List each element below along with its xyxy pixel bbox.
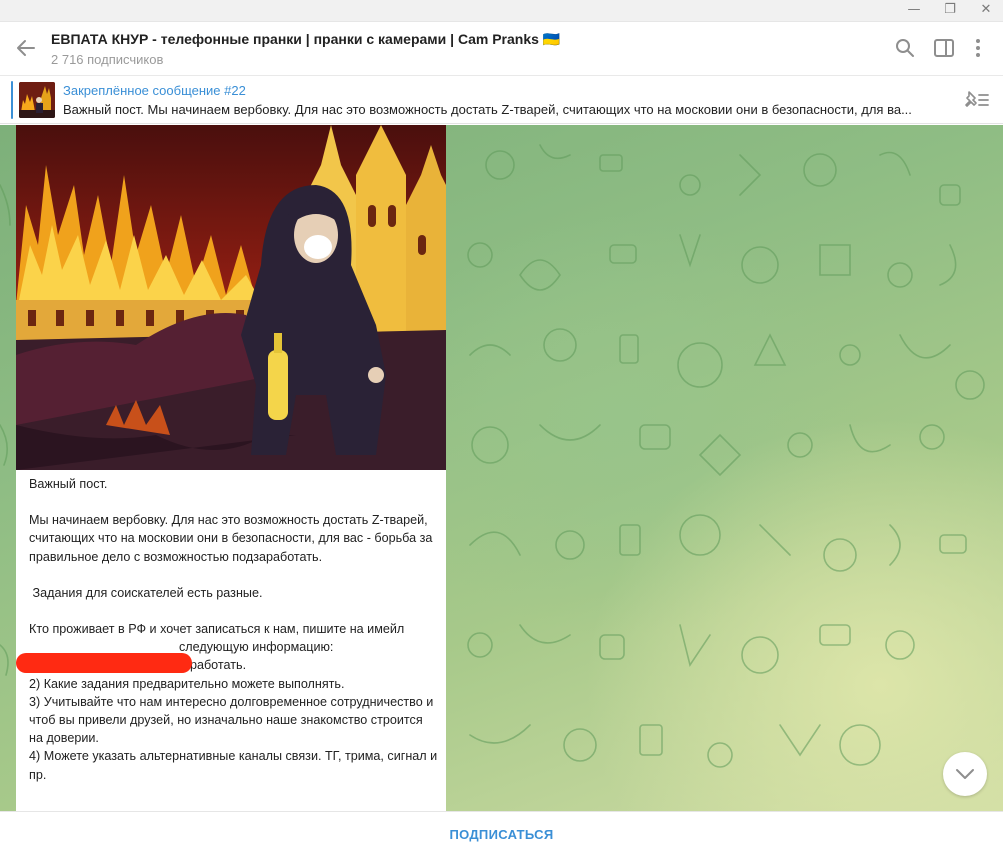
- scroll-down-button[interactable]: [943, 752, 987, 796]
- more-vertical-icon[interactable]: [966, 36, 990, 60]
- unpin-list-icon[interactable]: [963, 88, 991, 112]
- minimize-icon[interactable]: —: [897, 0, 931, 22]
- sidebar-toggle-icon[interactable]: [932, 36, 956, 60]
- pinned-title: Закреплённое сообщение #22: [63, 83, 246, 98]
- pinned-indicator: [11, 81, 13, 119]
- subscriber-count: 2 716 подписчиков: [51, 52, 164, 67]
- post-paragraph: Задания для соискателей есть разные.: [29, 585, 263, 600]
- pinned-thumbnail: [19, 82, 55, 118]
- post-paragraph: Мы начинаем вербовку. Для нас это возмож…: [29, 513, 436, 564]
- post-paragraph: Важный пост.: [29, 477, 108, 491]
- close-icon[interactable]: ✕: [969, 0, 1003, 22]
- bottom-bar: ПОДПИСАТЬСЯ: [0, 811, 1003, 859]
- chat-area[interactable]: Важный пост. Мы начинаем вербовку. Для н…: [0, 125, 1003, 811]
- post-list-item: 4) Можете указать альтернативные каналы …: [29, 749, 441, 782]
- pinned-message-bar[interactable]: Закреплённое сообщение #22 Важный пост. …: [0, 76, 1003, 124]
- chevron-down-icon: [956, 769, 974, 779]
- pinned-text: Важный пост. Мы начинаем вербовку. Для н…: [63, 102, 912, 117]
- channel-post[interactable]: Важный пост. Мы начинаем вербовку. Для н…: [16, 125, 446, 811]
- post-list-item: 3) Учитывайте что нам интересно долговре…: [29, 694, 437, 746]
- post-list-item: 2) Какие задания предварительно можете в…: [29, 676, 345, 691]
- chat-header: ЕВПАТА КНУР - телефонные пранки | пранки…: [0, 22, 1003, 76]
- post-paragraph: Кто проживает в РФ и хочет записаться к …: [29, 622, 405, 637]
- subscribe-button[interactable]: ПОДПИСАТЬСЯ: [0, 812, 1003, 859]
- back-arrow-icon[interactable]: [14, 36, 38, 60]
- restore-icon[interactable]: ❐: [933, 0, 967, 22]
- burning-kremlin-illustration[interactable]: [16, 125, 446, 470]
- window-title-bar: — ❐ ✕: [0, 0, 1003, 22]
- search-icon[interactable]: [893, 36, 917, 60]
- channel-title[interactable]: ЕВПАТА КНУР - телефонные пранки | пранки…: [51, 31, 560, 48]
- post-text: Важный пост. Мы начинаем вербовку. Для н…: [29, 475, 439, 784]
- redacted-email: [16, 653, 192, 673]
